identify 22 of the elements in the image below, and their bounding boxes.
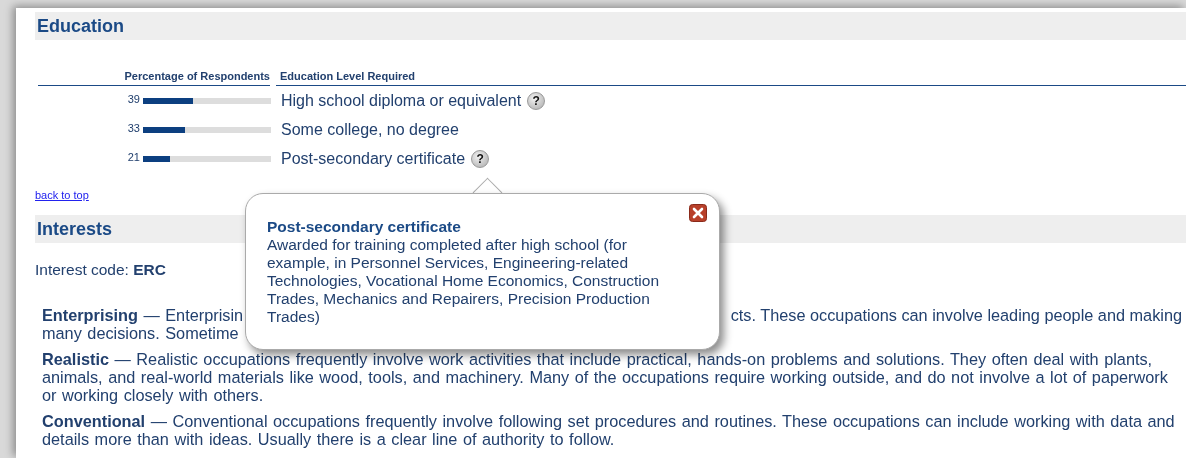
- percentage-value: 33: [126, 121, 140, 134]
- percentage-value: 21: [126, 150, 140, 163]
- section-heading: Education: [37, 15, 124, 37]
- tooltip-text: Awarded for training completed after high school (for example, in Personnel Services, Engineering-related Technologies, Vocational Home Economics, Construction Trades, Mechanics and Repairers, Precision Production Trades): [267, 236, 660, 326]
- interest-code: Interest code: ERC: [35, 261, 166, 279]
- back-to-top-link[interactable]: back to top: [35, 189, 89, 201]
- paragraph-fragment: cts. These occupations can involve leading people and making: [730, 306, 1182, 324]
- interest-description: Realistic — Realistic occupations frequently involve work activities that include practical, hands-on problems and solutions. They often deal with plants, animals, and real-world materials like wood, tools, and machinery. Many of the occupations require working outside, and do not involve a lot of paperwork or working closely with others.: [42, 350, 1169, 404]
- education-level: Some college, no degree: [281, 120, 459, 139]
- section-heading: Interests: [37, 218, 113, 240]
- tooltip-title: Post-secondary certificate: [267, 218, 462, 236]
- education-level: Post-secondary certificate: [281, 149, 466, 168]
- help-button[interactable]: ?: [471, 149, 490, 168]
- percentage-value: 39: [126, 92, 140, 105]
- paragraph-fragment: many decisions. Sometime: [42, 324, 239, 342]
- column-header: Education Level Required: [280, 70, 416, 82]
- education-level: High school diploma or equivalent: [281, 91, 522, 110]
- paragraph-fragment: Enterprising — Enterprisin: [42, 306, 244, 324]
- interest-description: Conventional — Conventional occupations frequently involve following set procedures and routines. These occupations can include working with data and details more than with ideas. Usually there is a clear line of authority to follow.: [42, 412, 1176, 448]
- close-icon[interactable]: [689, 204, 707, 222]
- column-header: Percentage of Respondents: [38, 70, 270, 86]
- help-button[interactable]: ?: [527, 91, 546, 110]
